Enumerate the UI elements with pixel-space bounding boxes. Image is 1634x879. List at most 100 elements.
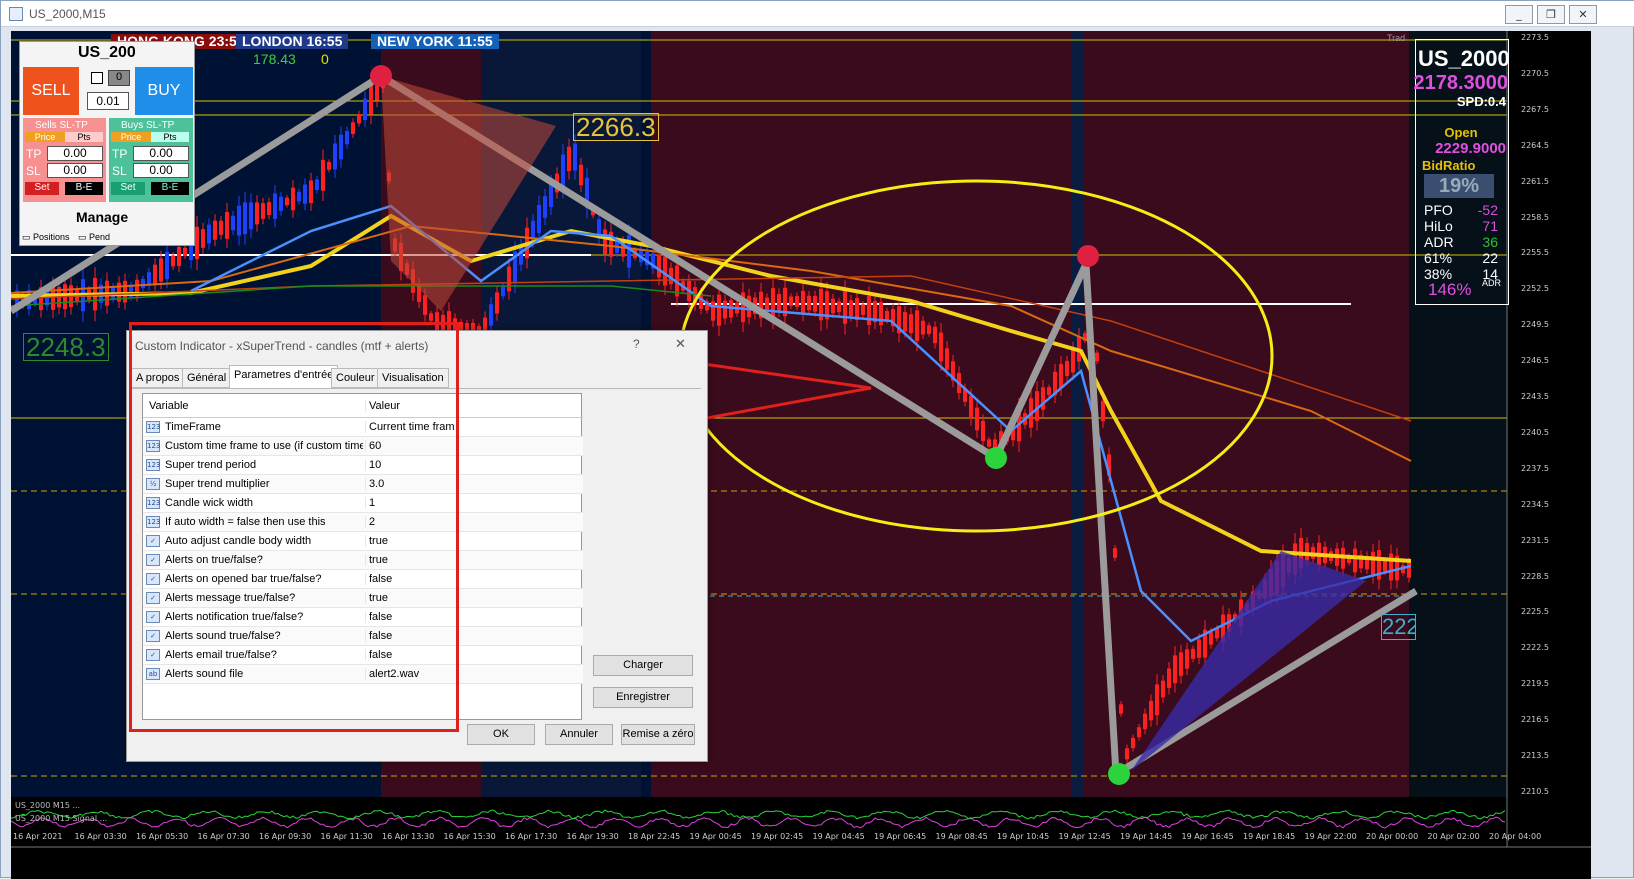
time-axis-tick: 19 Apr 04:45: [812, 832, 865, 841]
candle-body: [945, 348, 949, 370]
sells-sltp-box: Sells SL-TP Price Pts TP 0.00 SL 0.00 Se…: [23, 118, 106, 202]
candle-body: [255, 202, 259, 225]
manage-label: Manage: [76, 209, 129, 225]
time-axis-tick: 18 Apr 22:45: [628, 832, 681, 841]
load-button[interactable]: Charger: [593, 655, 693, 676]
positions-tab[interactable]: ▭ Positions: [22, 232, 70, 243]
time-axis-tick: 19 Apr 16:45: [1181, 832, 1234, 841]
buys-sl-input[interactable]: 0.00: [133, 163, 189, 178]
candle-body: [777, 294, 781, 312]
candle-body: [303, 184, 307, 204]
buys-sltp-box: Buys SL-TP Price Pts TP 0.00 SL 0.00 Set…: [109, 118, 193, 202]
sells-pts-toggle[interactable]: Pts: [65, 132, 103, 142]
buys-sl-label: SL: [112, 164, 127, 178]
candle-body: [201, 229, 205, 248]
candle-body: [1161, 680, 1165, 698]
buys-set-button[interactable]: Set: [111, 182, 145, 195]
buy-button[interactable]: BUY: [135, 67, 193, 115]
candle-body: [315, 179, 319, 190]
oscillator-label-2: US_2000 M15 Signal ...: [15, 814, 108, 823]
sells-breakeven-button[interactable]: B-E: [65, 182, 103, 195]
candle-body: [159, 258, 163, 282]
sells-sltp-label: Sells SL-TP: [35, 120, 88, 131]
info-spread: SPD:0.4: [1456, 94, 1506, 109]
lot-toggle[interactable]: 0: [108, 70, 130, 86]
candle-body: [573, 143, 577, 171]
lot-checkbox[interactable]: [91, 72, 103, 84]
candle-body: [831, 298, 835, 314]
time-axis-tick: 19 Apr 18:45: [1243, 832, 1296, 841]
time-axis-tick: 19 Apr 22:00: [1304, 832, 1357, 841]
candle-body: [213, 220, 217, 240]
candle-body: [267, 202, 271, 216]
minimize-button[interactable]: _: [1505, 5, 1533, 24]
candle-body: [549, 183, 553, 207]
info-row-value: -52: [1477, 202, 1498, 218]
buys-pts-toggle[interactable]: Pts: [151, 132, 189, 142]
price-axis-tick: 2210.5: [1521, 786, 1549, 796]
save-button[interactable]: Enregistrer: [593, 687, 693, 708]
buys-breakeven-button[interactable]: B-E: [151, 182, 189, 195]
candle-body: [1209, 632, 1213, 645]
candle-body: [177, 246, 181, 267]
price-axis-tick: 2237.5: [1521, 463, 1549, 473]
candle-body: [1143, 713, 1147, 730]
lot-size-input[interactable]: 0.01: [87, 92, 129, 110]
candle-body: [1197, 639, 1201, 658]
candle-body: [537, 205, 541, 233]
sell-button[interactable]: SELL: [23, 67, 79, 115]
candle-body: [1383, 560, 1387, 572]
pivot-high-1: [370, 65, 392, 87]
reset-button[interactable]: Remise a zéro: [621, 724, 695, 745]
candle-body: [297, 191, 301, 202]
price-label-right: 2224: [1381, 614, 1416, 640]
candle-body: [657, 254, 661, 278]
time-axis-tick: 16 Apr 05:30: [136, 832, 189, 841]
cancel-button[interactable]: Annuler: [545, 724, 613, 745]
restore-button[interactable]: ❐: [1537, 5, 1565, 24]
time-axis-tick: 19 Apr 12:45: [1058, 832, 1111, 841]
candle-body: [885, 310, 889, 321]
ok-button[interactable]: OK: [467, 724, 535, 745]
candle-body: [339, 134, 343, 160]
dialog-close-button[interactable]: ✕: [675, 336, 686, 352]
info-row-value: 22: [1482, 250, 1498, 266]
sells-sl-input[interactable]: 0.00: [47, 163, 103, 178]
candle-body: [165, 251, 169, 280]
candle-body: [183, 247, 187, 257]
info-row-label: PFO: [1424, 202, 1453, 218]
sells-tp-input[interactable]: 0.00: [47, 146, 103, 161]
time-axis-tick: 16 Apr 11:30: [320, 832, 373, 841]
time-axis-tick: 19 Apr 08:45: [935, 832, 988, 841]
close-window-button[interactable]: ✕: [1569, 5, 1597, 24]
sells-set-button[interactable]: Set: [25, 182, 59, 195]
price-axis-tick: 2231.5: [1521, 535, 1549, 545]
candle-body: [717, 294, 721, 326]
candle-body: [879, 302, 883, 326]
buys-price-toggle[interactable]: Price: [111, 132, 151, 142]
chart-window-icon: [9, 7, 23, 21]
candle-body: [543, 196, 547, 218]
time-axis-tick: 16 Apr 03:30: [74, 832, 127, 841]
sells-price-toggle[interactable]: Price: [25, 132, 65, 142]
price-axis-tick: 2255.5: [1521, 248, 1549, 258]
buys-tp-input[interactable]: 0.00: [133, 146, 189, 161]
candle-body: [1059, 364, 1063, 388]
candle-body: [567, 146, 571, 172]
time-axis-tick: 16 Apr 15:30: [443, 832, 496, 841]
info-row-value: 71: [1482, 218, 1498, 234]
candle-body: [771, 288, 775, 319]
candle-body: [1149, 700, 1153, 721]
time-axis-tick: 19 Apr 00:45: [689, 832, 742, 841]
candle-body: [909, 314, 913, 334]
trade-label: Trad: [1387, 33, 1406, 43]
trade-symbol: US_200: [78, 44, 136, 61]
candle-body: [327, 161, 331, 170]
pending-tab[interactable]: ▭ Pend: [78, 232, 110, 243]
help-button[interactable]: ?: [633, 337, 640, 351]
zone-red-3: [1083, 31, 1409, 801]
price-axis-tick: 2222.5: [1521, 643, 1549, 653]
candle-body: [1137, 727, 1141, 738]
candle-body: [1173, 655, 1177, 684]
indicator-properties-dialog: Custom Indicator - xSuperTrend - candles…: [126, 322, 708, 762]
